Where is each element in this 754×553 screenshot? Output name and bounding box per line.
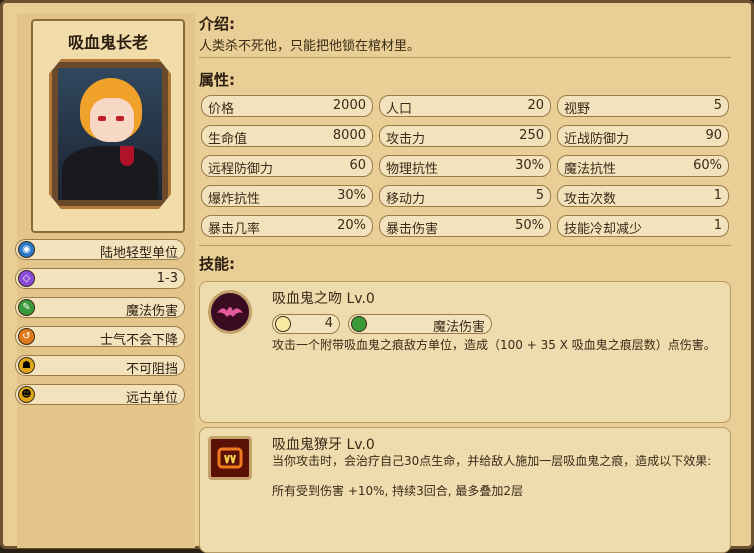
- attr-name: 价格: [208, 102, 235, 117]
- bat-icon: [208, 290, 252, 334]
- divider: [199, 245, 731, 246]
- skill-card[interactable]: 吸血鬼之吻 Lv.0 4 魔法伤害 攻击一个附带吸血鬼之痕敌方单位，造成（100…: [199, 281, 731, 423]
- attr-value: 250: [519, 128, 544, 143]
- attr-name: 技能冷却减少: [564, 222, 643, 237]
- attr-population: 人口 20: [379, 95, 551, 117]
- skill-description: 攻击一个附带吸血鬼之痕敌方单位，造成（100 + 35 X 吸血鬼之痕层数）点伤…: [272, 338, 716, 352]
- tag-morale: ↺ 士气不会下降: [15, 326, 185, 348]
- magic-damage-icon: [351, 316, 367, 332]
- attr-physical-resist: 物理抗性 30%: [379, 155, 551, 177]
- cooldown-pill: 4: [272, 314, 340, 334]
- tag-label: 陆地轻型单位: [99, 246, 178, 261]
- attr-name: 近战防御力: [564, 132, 630, 147]
- portrait-card: 吸血鬼长老: [31, 19, 185, 233]
- attr-name: 暴击几率: [208, 222, 261, 237]
- tag-unit-type: ◉ 陆地轻型单位: [15, 239, 185, 261]
- unit-name: 吸血鬼长老: [67, 33, 148, 52]
- attr-name: 物理抗性: [386, 162, 439, 177]
- attr-cooldown-reduction: 技能冷却减少 1: [557, 215, 729, 237]
- divider: [199, 57, 731, 58]
- attributes-title: 属性:: [199, 71, 235, 89]
- attr-price: 价格 2000: [201, 95, 373, 117]
- attr-explosion-resist: 爆炸抗性 30%: [201, 185, 373, 207]
- attr-name: 攻击次数: [564, 192, 617, 207]
- tag-unstoppable: ☗ 不可阻挡: [15, 355, 185, 377]
- attr-name: 暴击伤害: [386, 222, 439, 237]
- portrait-eye: [116, 116, 124, 121]
- tag-ancient: ☻ 远古单位: [15, 384, 185, 406]
- attr-name: 爆炸抗性: [208, 192, 261, 207]
- attr-name: 人口: [386, 102, 413, 117]
- fang-icon: [208, 436, 252, 480]
- unstoppable-icon: ☗: [18, 357, 35, 374]
- attr-name: 视野: [564, 102, 591, 117]
- unit-tags: ◉ 陆地轻型单位 ◇ 1-3 ✎ 魔法伤害 ↺ 士气不会下降 ☗ 不可阻挡 ☻ …: [15, 239, 185, 413]
- damage-type-pill: 魔法伤害: [348, 314, 492, 335]
- tag-label: 远古单位: [125, 391, 178, 406]
- attr-value: 2000: [332, 98, 366, 113]
- morale-icon: ↺: [18, 328, 35, 345]
- attr-attack: 攻击力 250: [379, 125, 551, 147]
- light-infantry-icon: ◉: [18, 241, 35, 258]
- intro-section: 介绍: 人类杀不死他，只能把他锁在棺材里。: [199, 13, 420, 54]
- attr-value: 8000: [332, 128, 366, 143]
- attr-value: 50%: [515, 218, 544, 233]
- attr-name: 攻击力: [386, 132, 426, 147]
- attr-value: 20%: [337, 218, 366, 233]
- portrait-cape: [62, 146, 158, 200]
- clock-icon: [275, 316, 291, 332]
- portrait-face: [90, 98, 134, 142]
- intro-title: 介绍:: [199, 15, 235, 33]
- portrait-eye: [98, 116, 106, 121]
- portrait-frame: [49, 59, 171, 209]
- attr-value: 60: [349, 158, 366, 173]
- attr-value: 1: [713, 188, 722, 203]
- attr-value: 5: [535, 188, 544, 203]
- skill-name: 吸血鬼之吻 Lv.0: [272, 291, 375, 307]
- damage-type-label: 魔法伤害: [432, 320, 485, 335]
- attr-value: 1: [713, 218, 722, 233]
- attr-vision: 视野 5: [557, 95, 729, 117]
- skill-name: 吸血鬼獠牙 Lv.0: [272, 437, 375, 453]
- attr-crit-damage: 暴击伤害 50%: [379, 215, 551, 237]
- magic-damage-icon: ✎: [18, 299, 35, 316]
- skill-card[interactable]: 吸血鬼獠牙 Lv.0 当你攻击时，会治疗自己30点生命，并给敌人施加一层吸血鬼之…: [199, 427, 731, 553]
- skill-description: 当你攻击时，会治疗自己30点生命，并给敌人施加一层吸血鬼之痕，造成以下效果:: [272, 454, 712, 468]
- unit-info-panel: 吸血鬼长老 ◉ 陆地轻型单位 ◇ 1-3 ✎ 魔法伤害 ↺ 士气不会下降 ☗ 不…: [0, 0, 754, 553]
- tag-label: 1-3: [156, 271, 178, 286]
- skill-effect: 所有受到伤害 +10%, 持续3回合, 最多叠加2层: [272, 484, 524, 498]
- attr-value: 30%: [515, 158, 544, 173]
- cooldown-value: 4: [324, 316, 333, 331]
- tag-label: 不可阻挡: [125, 362, 178, 377]
- attr-value: 60%: [693, 158, 722, 173]
- attr-attack-count: 攻击次数 1: [557, 185, 729, 207]
- range-icon: ◇: [18, 270, 35, 287]
- attr-movement: 移动力 5: [379, 185, 551, 207]
- attr-value: 30%: [337, 188, 366, 203]
- attr-name: 远程防御力: [208, 162, 274, 177]
- attr-name: 魔法抗性: [564, 162, 617, 177]
- skills-title: 技能:: [199, 255, 235, 273]
- tag-label: 士气不会下降: [99, 333, 178, 348]
- attr-value: 90: [705, 128, 722, 143]
- attr-name: 移动力: [386, 192, 426, 207]
- wine-glass-icon: [120, 146, 134, 166]
- attr-value: 20: [527, 98, 544, 113]
- attr-value: 5: [713, 98, 722, 113]
- tag-range: ◇ 1-3: [15, 268, 185, 289]
- attr-name: 生命值: [208, 132, 248, 147]
- attr-ranged-defense: 远程防御力 60: [201, 155, 373, 177]
- ancient-icon: ☻: [18, 386, 35, 403]
- attr-crit-chance: 暴击几率 20%: [201, 215, 373, 237]
- attr-melee-defense: 近战防御力 90: [557, 125, 729, 147]
- tag-damage-type: ✎ 魔法伤害: [15, 297, 185, 319]
- tag-label: 魔法伤害: [125, 304, 178, 319]
- unit-portrait: [58, 68, 162, 200]
- attr-hp: 生命值 8000: [201, 125, 373, 147]
- attr-magic-resist: 魔法抗性 60%: [557, 155, 729, 177]
- intro-text: 人类杀不死他，只能把他锁在棺材里。: [199, 39, 421, 54]
